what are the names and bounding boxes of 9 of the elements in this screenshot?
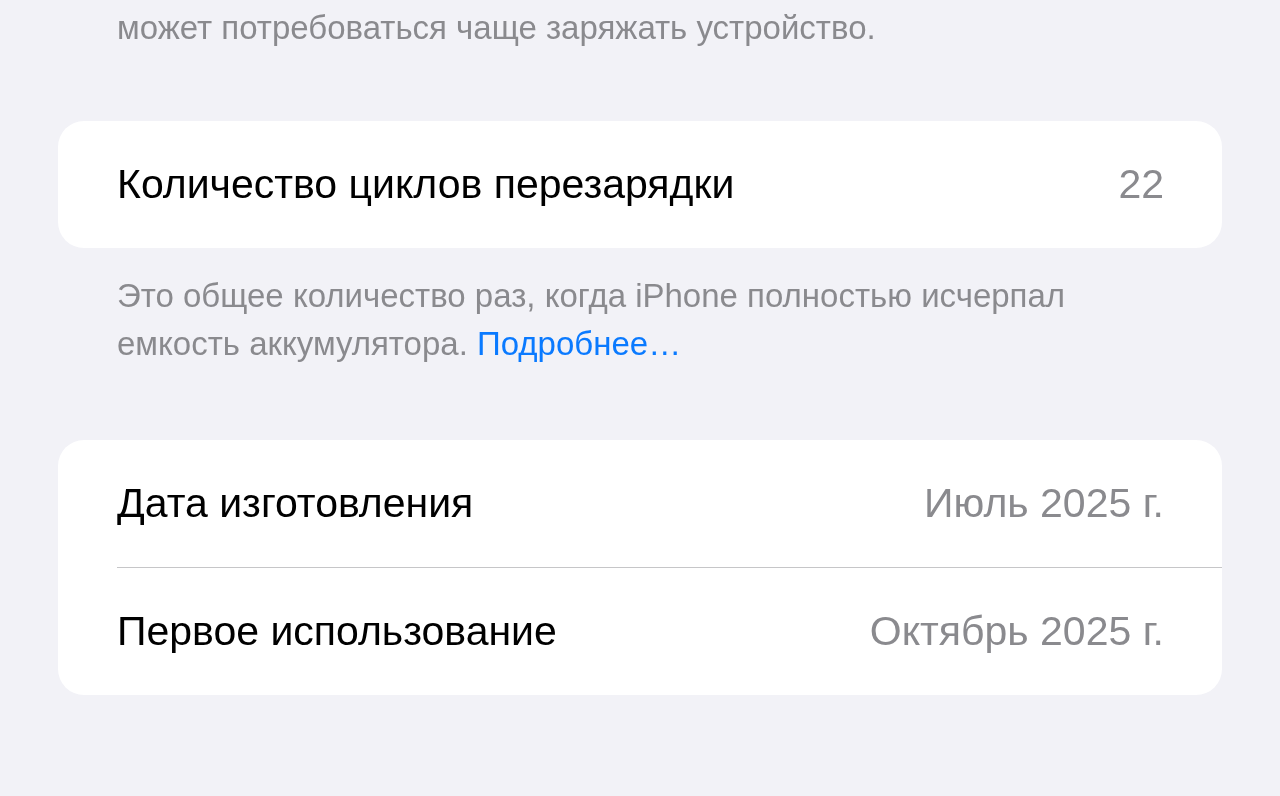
learn-more-link[interactable]: Подробнее… bbox=[477, 325, 682, 362]
row-value: Июль 2025 г. bbox=[924, 480, 1164, 527]
row-label: Количество циклов перезарядки bbox=[117, 161, 735, 208]
description-text: может потребоваться чаще заряжать устройство. bbox=[116, 8, 877, 48]
row-value: 22 bbox=[1118, 161, 1164, 208]
row-label: Первое использование bbox=[117, 608, 557, 655]
row-value: Октябрь 2025 г. bbox=[869, 608, 1164, 655]
row-label: Дата изготовления bbox=[117, 480, 474, 527]
footer-text: Это общее количество раз, когда iPhone полностью исчерпал емкость аккумулятора. Подробнее… bbox=[116, 276, 1067, 364]
